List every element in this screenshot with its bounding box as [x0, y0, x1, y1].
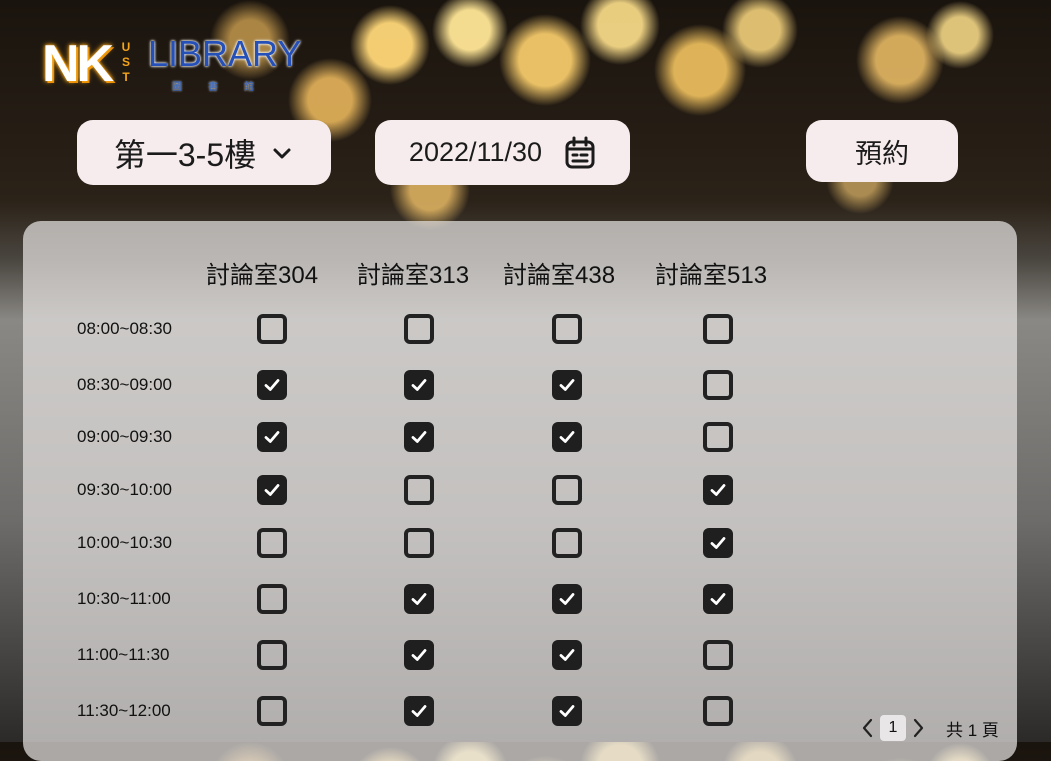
checkbox-room-313[interactable]	[404, 640, 434, 670]
checkbox-room-313[interactable]	[404, 584, 434, 614]
checkmark-icon	[710, 484, 726, 496]
checkmark-icon	[264, 431, 280, 443]
room-header-304: 討論室304	[206, 262, 319, 289]
checkbox-room-513[interactable]	[703, 584, 733, 614]
checkmark-icon	[559, 705, 575, 717]
checkbox-room-313[interactable]	[404, 422, 434, 452]
floor-select-value: 第一3-5樓	[113, 136, 257, 173]
library-logo: NK U S T LIBRARY 圖書館	[42, 34, 302, 94]
date-picker[interactable]: 2022/11/30	[375, 120, 630, 185]
checkmark-icon	[710, 593, 726, 605]
checkmark-icon	[710, 537, 726, 549]
checkmark-icon	[411, 593, 427, 605]
checkbox-room-513[interactable]	[703, 422, 733, 452]
checkmark-icon	[264, 484, 280, 496]
time-slot-label: 09:00~09:30	[77, 427, 173, 446]
time-slot-label: 08:00~08:30	[77, 319, 173, 338]
checkbox-room-313[interactable]	[404, 528, 434, 558]
checkbox-room-438[interactable]	[552, 475, 582, 505]
calendar-icon	[564, 136, 596, 170]
logo-nk-text: NK	[42, 35, 114, 93]
checkbox-room-438[interactable]	[552, 584, 582, 614]
checkmark-icon	[411, 649, 427, 661]
time-slot-label: 08:30~09:00	[77, 375, 173, 394]
checkbox-room-304[interactable]	[257, 370, 287, 400]
checkmark-icon	[264, 379, 280, 391]
checkbox-room-513[interactable]	[703, 696, 733, 726]
checkbox-room-304[interactable]	[257, 696, 287, 726]
checkmark-icon	[559, 431, 575, 443]
checkbox-room-304[interactable]	[257, 528, 287, 558]
checkbox-room-438[interactable]	[552, 422, 582, 452]
time-slot-label: 09:30~10:00	[77, 480, 173, 499]
checkmark-icon	[411, 431, 427, 443]
time-slot-label: 10:00~10:30	[77, 533, 173, 552]
checkbox-room-304[interactable]	[257, 422, 287, 452]
logo-chinese-text: 圖書館	[172, 82, 280, 93]
checkbox-room-438[interactable]	[552, 640, 582, 670]
room-header-313: 討論室313	[357, 262, 470, 289]
checkbox-room-304[interactable]	[257, 584, 287, 614]
chevron-left-icon[interactable]	[858, 717, 876, 739]
checkbox-room-438[interactable]	[552, 370, 582, 400]
reservation-panel	[23, 221, 1017, 761]
room-header-438: 討論室438	[503, 262, 616, 289]
checkbox-room-304[interactable]	[257, 475, 287, 505]
checkmark-icon	[411, 379, 427, 391]
checkmark-icon	[559, 379, 575, 391]
checkbox-room-438[interactable]	[552, 696, 582, 726]
checkbox-room-304[interactable]	[257, 640, 287, 670]
pagination: 1 共 1 頁	[858, 714, 999, 742]
logo-ust-text: U S T	[121, 40, 131, 84]
checkbox-room-513[interactable]	[703, 370, 733, 400]
checkbox-room-313[interactable]	[404, 696, 434, 726]
date-value: 2022/11/30	[408, 137, 543, 167]
checkbox-room-313[interactable]	[404, 314, 434, 344]
logo-library-text: LIBRARY	[148, 33, 302, 74]
page-total: 共 1 頁	[946, 720, 999, 740]
checkmark-icon	[559, 649, 575, 661]
checkbox-room-438[interactable]	[552, 528, 582, 558]
time-slot-label: 11:00~11:30	[77, 645, 170, 664]
checkbox-room-513[interactable]	[703, 528, 733, 558]
checkbox-room-304[interactable]	[257, 314, 287, 344]
page-number-button[interactable]: 1	[880, 715, 906, 741]
checkmark-icon	[559, 593, 575, 605]
checkbox-room-313[interactable]	[404, 475, 434, 505]
reserve-button[interactable]: 預約	[806, 120, 958, 182]
checkbox-room-513[interactable]	[703, 475, 733, 505]
room-header-513: 討論室513	[655, 262, 768, 289]
checkbox-room-513[interactable]	[703, 640, 733, 670]
time-slot-label: 11:30~12:00	[77, 701, 171, 720]
time-slot-label: 10:30~11:00	[77, 589, 171, 608]
checkbox-room-313[interactable]	[404, 370, 434, 400]
checkbox-room-513[interactable]	[703, 314, 733, 344]
checkmark-icon	[411, 705, 427, 717]
chevron-down-icon	[270, 141, 294, 165]
checkbox-room-438[interactable]	[552, 314, 582, 344]
chevron-right-icon[interactable]	[910, 717, 928, 739]
floor-select[interactable]: 第一3-5樓	[77, 120, 331, 185]
